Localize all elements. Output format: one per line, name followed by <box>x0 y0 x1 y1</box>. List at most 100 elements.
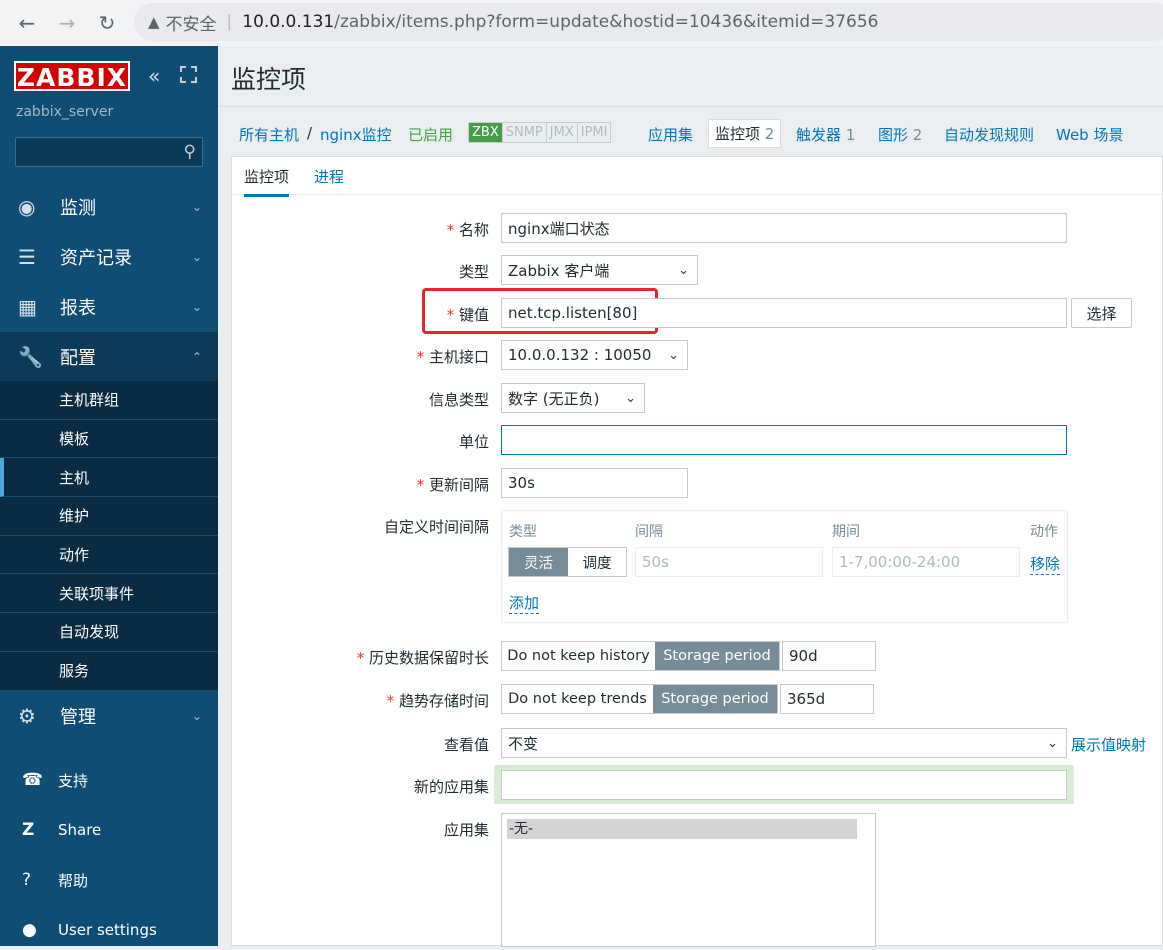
tab-preprocessing[interactable]: 进程 <box>314 166 344 187</box>
submenu-hosts[interactable]: 主机 <box>0 458 218 498</box>
nav-items-label: 监控项 <box>715 125 761 143</box>
page-title: 监控项 <box>231 65 307 94</box>
submenu-actions[interactable]: 动作 <box>0 536 218 575</box>
url-path: /zabbix/items.php?form=update&hostid=104… <box>334 12 879 32</box>
nav-graphs-count: 2 <box>912 126 923 144</box>
collapse-sidebar-icon[interactable]: « <box>148 64 160 88</box>
kiosk-mode-icon[interactable] <box>180 66 197 83</box>
tag-snmp: SNMP <box>502 123 547 142</box>
gear-icon: ⚙ <box>18 704 36 728</box>
insecure-label: 不安全 <box>165 14 217 35</box>
key-label: * 键值 <box>249 304 489 325</box>
nav-triggers[interactable]: 触发器 1 <box>796 124 855 145</box>
history-input[interactable]: 90d <box>782 641 876 671</box>
do-not-keep-trends-option[interactable]: Do not keep trends <box>502 685 653 713</box>
type-select-value: Zabbix 客户端 <box>508 261 610 280</box>
update-interval-input[interactable]: 30s <box>501 468 688 498</box>
required-marker: * <box>416 476 429 494</box>
custom-intervals-box: 类型 间隔 期间 动作 灵活 调度 50s 1-7,00:00-24:00 移除… <box>501 510 1068 623</box>
applications-option-none[interactable]: -无- <box>507 819 857 839</box>
tag-ipmi: IPMI <box>577 123 611 142</box>
trends-label: * 趋势存储时间 <box>249 690 489 711</box>
host-interface-label-text: 主机接口 <box>428 348 489 366</box>
nav-items[interactable]: 监控项 2 <box>708 119 782 148</box>
menu-inventory[interactable]: ☰ 资产记录 ⌄ <box>0 232 218 282</box>
flex-period-input[interactable]: 1-7,00:00-24:00 <box>832 547 1020 577</box>
host-interface-label: * 主机接口 <box>249 346 489 367</box>
submenu-services[interactable]: 服务 <box>0 652 218 691</box>
applications-listbox[interactable]: -无- <box>501 813 876 947</box>
name-label-text: 名称 <box>458 221 489 239</box>
host-interface-select[interactable]: 10.0.0.132 : 10050 ⌄ <box>501 340 688 370</box>
nav-discovery-rules[interactable]: 自动发现规则 <box>944 124 1034 145</box>
key-label-text: 键值 <box>458 306 489 324</box>
warning-icon: ▲ <box>148 13 160 31</box>
help-link[interactable]: ? 帮助 <box>0 860 218 900</box>
show-value-mappings-link[interactable]: 展示值映射 <box>1071 734 1146 755</box>
flexible-option[interactable]: 灵活 <box>509 548 568 576</box>
menu-administration[interactable]: ⚙ 管理 ⌄ <box>0 691 218 741</box>
info-type-label: 信息类型 <box>428 391 489 409</box>
tab-item[interactable]: 监控项 <box>244 166 290 197</box>
units-label: 单位 <box>458 433 489 451</box>
new-application-label: 新的应用集 <box>413 778 489 796</box>
submenu-maintenance[interactable]: 维护 <box>0 497 218 536</box>
nav-web-scenarios[interactable]: Web 场景 <box>1056 124 1123 145</box>
menu-label: 管理 <box>60 707 96 728</box>
history-label: * 历史数据保留时长 <box>249 647 489 668</box>
chart-icon: ▦ <box>18 295 37 319</box>
address-bar[interactable]: ▲ 不安全 | 10.0.0.131/zabbix/items.php?form… <box>134 3 1163 41</box>
trends-storage-period-option[interactable]: Storage period <box>653 685 777 713</box>
menu-label: 监测 <box>60 198 96 219</box>
host-navigation: 所有主机 / nginx监控 已启用 ZBX SNMP JMX IPMI 应用集… <box>218 106 1163 156</box>
units-input[interactable] <box>501 425 1067 455</box>
nav-triggers-count: 1 <box>845 126 856 144</box>
share-link[interactable]: Z Share <box>0 810 218 850</box>
trends-toggle: Do not keep trends Storage period <box>501 684 778 714</box>
sidebar-search-input[interactable]: ⚲ <box>15 137 203 167</box>
nav-applications[interactable]: 应用集 <box>648 124 693 145</box>
submenu-host-groups[interactable]: 主机群组 <box>0 381 218 420</box>
show-value-select[interactable]: 不变 ⌄ <box>501 728 1067 758</box>
update-interval-label: * 更新间隔 <box>249 474 489 495</box>
name-input[interactable]: nginx端口状态 <box>501 213 1067 243</box>
menu-configuration[interactable]: 🔧 配置 ⌃ <box>0 332 218 382</box>
forward-arrow-icon[interactable]: → <box>52 8 82 38</box>
submenu-templates[interactable]: 模板 <box>0 420 218 459</box>
back-arrow-icon[interactable]: ← <box>12 8 42 38</box>
menu-monitoring[interactable]: ◉ 监测 ⌄ <box>0 182 218 232</box>
host-status-enabled[interactable]: 已启用 <box>408 124 453 145</box>
show-value-value: 不变 <box>508 734 539 753</box>
flex-interval-input[interactable]: 50s <box>635 547 823 577</box>
breadcrumb-host[interactable]: nginx监控 <box>320 124 392 145</box>
zabbix-logo[interactable]: ZABBIX <box>14 61 130 92</box>
chevron-down-icon: ⌄ <box>1047 735 1058 751</box>
availability-tags: ZBX SNMP JMX IPMI <box>468 122 612 143</box>
type-select[interactable]: Zabbix 客户端 ⌄ <box>501 255 698 285</box>
trends-input[interactable]: 365d <box>780 684 874 714</box>
key-select-button[interactable]: 选择 <box>1071 298 1132 328</box>
remove-link[interactable]: 移除 <box>1030 553 1061 575</box>
submenu-event-correlation[interactable]: 关联项事件 <box>0 574 218 614</box>
wrench-icon: 🔧 <box>18 345 43 369</box>
history-storage-period-option[interactable]: Storage period <box>655 642 779 670</box>
user-settings-link[interactable]: ● User settings <box>0 910 218 950</box>
scheduling-option[interactable]: 调度 <box>568 548 626 576</box>
support-link[interactable]: ☎ 支持 <box>0 760 218 800</box>
info-type-select[interactable]: 数字 (无正负) ⌄ <box>501 383 645 413</box>
breadcrumb-all-hosts[interactable]: 所有主机 <box>239 124 299 145</box>
bottom-label: 支持 <box>58 771 89 790</box>
submenu-discovery[interactable]: 自动发现 <box>0 613 218 652</box>
menu-reports[interactable]: ▦ 报表 ⌄ <box>0 282 218 332</box>
configuration-submenu: 主机群组 模板 主机 维护 动作 关联项事件 自动发现 服务 <box>0 381 218 691</box>
nav-graphs[interactable]: 图形 2 <box>878 124 922 145</box>
new-application-input[interactable] <box>501 770 1067 800</box>
interval-type-toggle: 灵活 调度 <box>508 547 627 577</box>
reload-icon[interactable]: ↻ <box>92 8 122 38</box>
do-not-keep-history-option[interactable]: Do not keep history <box>502 642 655 670</box>
key-input[interactable]: net.tcp.listen[80] <box>501 298 1067 328</box>
required-marker: * <box>356 649 369 667</box>
add-link[interactable]: 添加 <box>509 592 540 614</box>
search-icon[interactable]: ⚲ <box>184 142 196 162</box>
headset-icon: ☎ <box>22 770 44 790</box>
